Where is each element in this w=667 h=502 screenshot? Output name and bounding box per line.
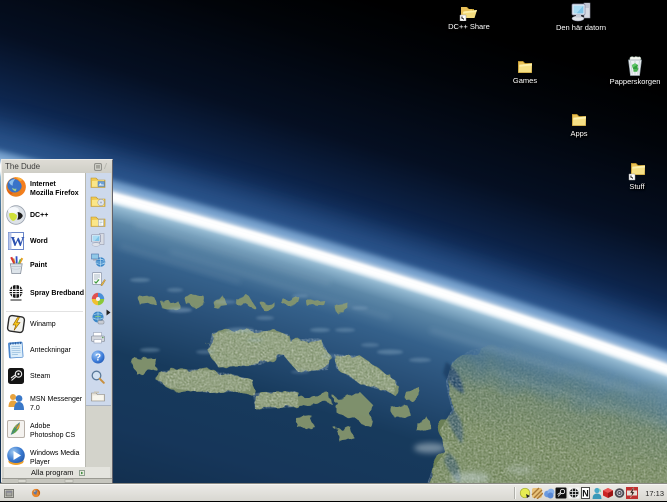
svg-text:W: W [11, 235, 25, 250]
svg-text:N: N [582, 489, 589, 499]
svg-text:?: ? [95, 353, 101, 364]
